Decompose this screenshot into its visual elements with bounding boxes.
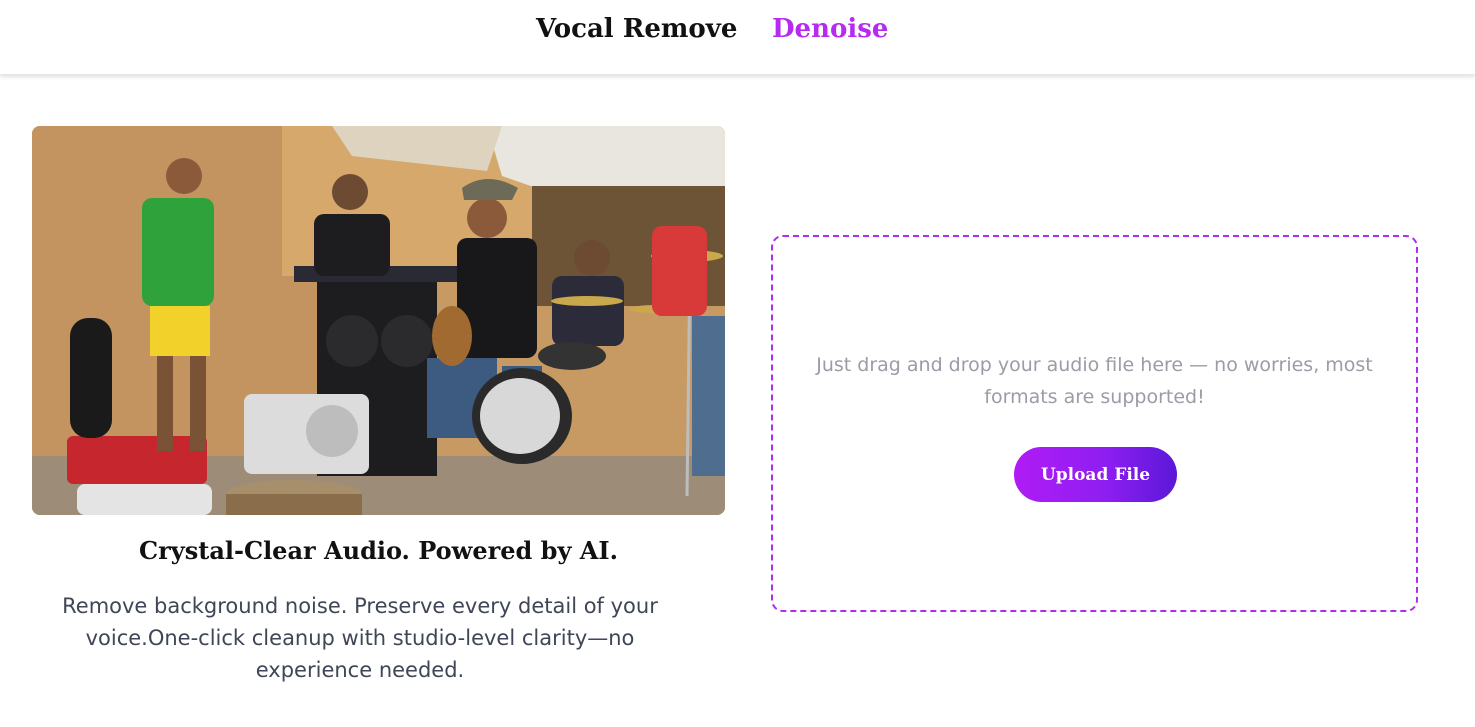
upload-dropzone[interactable]: Just drag and drop your audio file here … bbox=[771, 235, 1418, 612]
band-photo bbox=[32, 126, 725, 515]
hero-description: Remove background noise. Preserve every … bbox=[62, 594, 658, 682]
nav-vocal-remove[interactable]: Vocal Remove bbox=[536, 14, 737, 44]
nav-denoise[interactable]: Denoise bbox=[772, 14, 888, 44]
upload-file-button[interactable]: Upload File bbox=[1014, 447, 1177, 502]
dropzone-hint: Just drag and drop your audio file here … bbox=[816, 354, 1373, 408]
hero-headline: Crystal-Clear Audio. Powered by AI. bbox=[139, 536, 618, 565]
top-nav: Vocal Remove Denoise bbox=[0, 0, 1475, 75]
band-photo-illustration bbox=[32, 126, 725, 515]
